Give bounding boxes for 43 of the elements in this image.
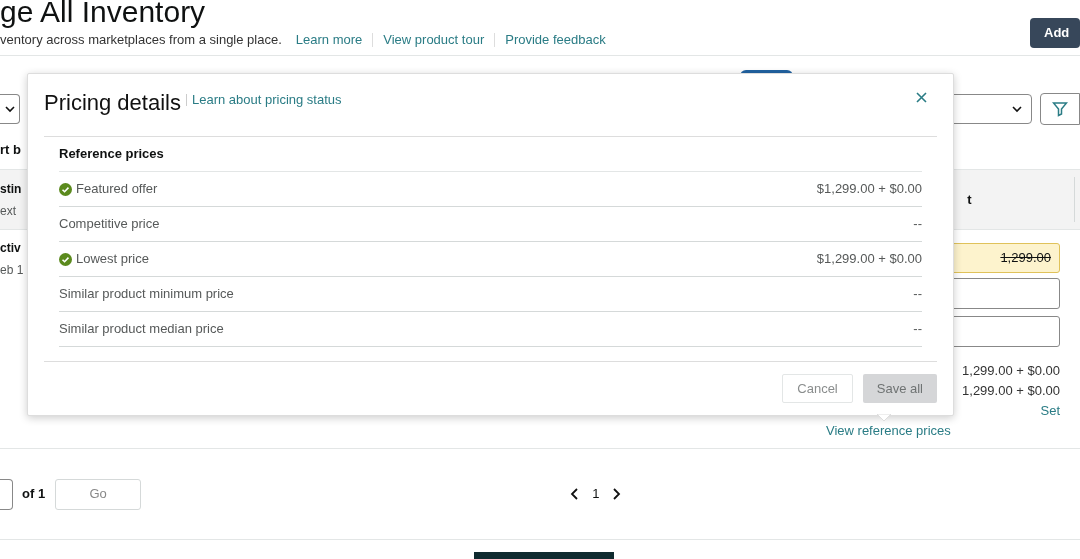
price-label: Lowest price <box>76 250 149 269</box>
price-text: 1,299.00 + $0.00 <box>962 382 1060 400</box>
chevron-left-icon[interactable] <box>570 488 581 500</box>
page-number[interactable]: 1 <box>592 484 600 504</box>
reference-prices-link[interactable]: View reference prices <box>826 421 951 441</box>
dialog-title: Pricing details <box>44 89 181 117</box>
price-label: Competitive price <box>59 215 160 234</box>
price-value: -- <box>913 320 922 339</box>
price-value: -- <box>913 215 922 234</box>
price-text: 1,299.00 + $0.00 <box>962 362 1060 380</box>
page-subtitle: ventory across marketplaces from a single place. <box>0 31 282 49</box>
column-header: stin <box>0 180 22 198</box>
close-button[interactable] <box>916 92 927 103</box>
header-link[interactable]: Learn more <box>295 30 363 50</box>
add-button[interactable]: Add <box>1030 18 1080 48</box>
price-value: $1,299.00 + $0.00 <box>816 180 922 199</box>
dropdown[interactable] <box>0 94 20 124</box>
cancel-button[interactable]: Cancel <box>782 374 853 403</box>
price-value: $1,299.00 + $0.00 <box>816 250 922 269</box>
close-icon <box>916 92 927 103</box>
page-count: of 1 <box>22 485 46 504</box>
chevron-right-icon[interactable] <box>611 488 622 500</box>
column-header: t <box>967 190 972 209</box>
pricing-status-link[interactable]: Learn about pricing status <box>191 90 342 110</box>
filter-button[interactable] <box>1040 93 1080 125</box>
date-text: eb 1 <box>0 262 24 279</box>
status-text: ctiv <box>0 240 22 257</box>
price-label: Similar product minimum price <box>59 285 234 304</box>
filter-icon <box>1052 101 1068 117</box>
page-title: ge All Inventory <box>0 0 207 27</box>
price-value: -- <box>913 285 922 304</box>
column-subheader: ext <box>0 202 17 220</box>
section-heading: Reference prices <box>59 145 164 164</box>
header-link[interactable]: Provide feedback <box>505 30 606 50</box>
header-link[interactable]: View product tour <box>383 30 485 50</box>
go-button[interactable]: Go <box>55 478 142 510</box>
chevron-down-icon <box>3 103 16 115</box>
price-label: Similar product median price <box>59 320 224 339</box>
page-input[interactable] <box>0 478 13 510</box>
sort-label: rt b <box>0 140 21 159</box>
chevron-down-icon <box>1011 103 1023 115</box>
set-link[interactable]: Set <box>1040 401 1060 421</box>
price-label: Featured offer <box>76 180 158 199</box>
